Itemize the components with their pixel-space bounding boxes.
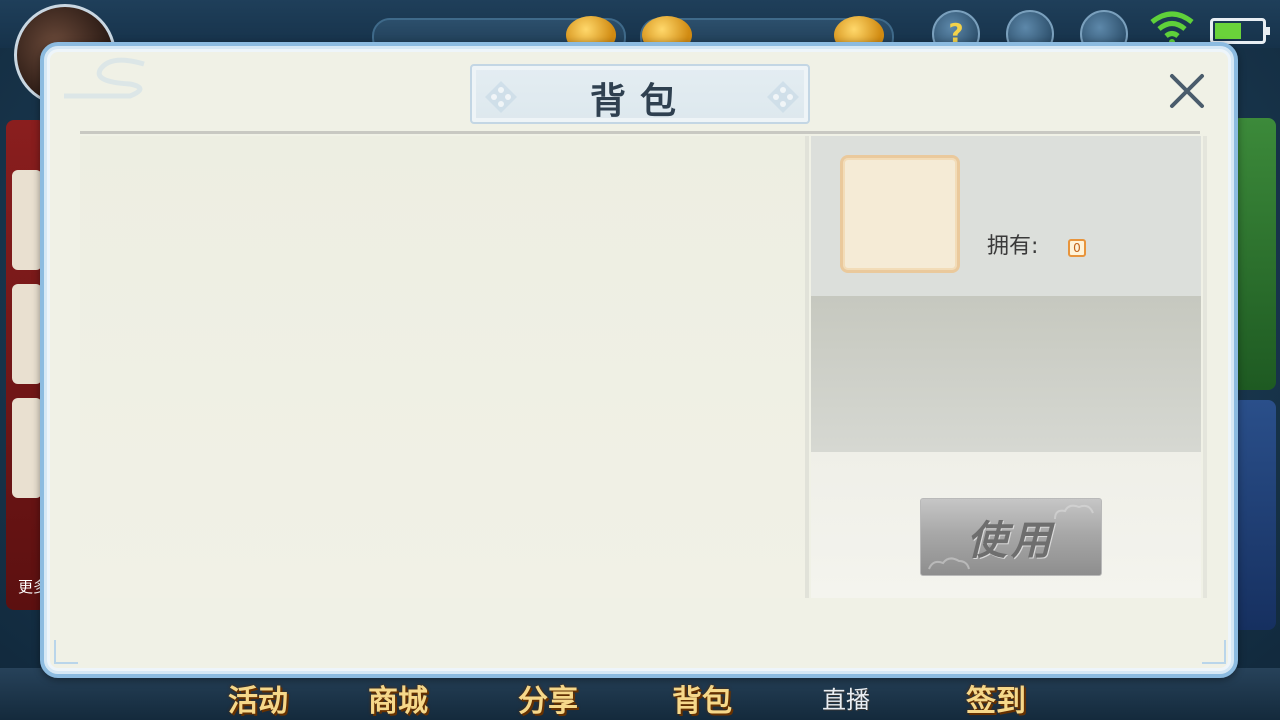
left-slot[interactable] bbox=[12, 284, 42, 384]
wifi-icon bbox=[1150, 11, 1194, 45]
corner-ornament bbox=[1202, 640, 1226, 664]
left-slot[interactable] bbox=[12, 398, 42, 498]
swirl-ornament-icon bbox=[64, 57, 145, 99]
nav-shop[interactable]: 商城 bbox=[368, 676, 428, 720]
owned-count-badge: 0 bbox=[1068, 239, 1086, 257]
close-icon[interactable] bbox=[1166, 70, 1208, 112]
nav-share[interactable]: 分享 bbox=[518, 676, 578, 720]
nav-checkin[interactable]: 签到 bbox=[966, 676, 1026, 720]
title-plate: 背包 bbox=[470, 64, 810, 124]
nav-live[interactable]: 直播 bbox=[822, 680, 870, 715]
dice-ornament-icon bbox=[767, 81, 799, 113]
selected-item-slot bbox=[840, 155, 960, 273]
left-slot[interactable] bbox=[12, 170, 42, 270]
use-button[interactable]: 使用 bbox=[920, 498, 1102, 576]
right-game-card[interactable] bbox=[1232, 118, 1276, 390]
use-button-label: 使用 bbox=[967, 518, 1055, 564]
panel-separator bbox=[1203, 136, 1207, 598]
right-game-card[interactable] bbox=[1232, 400, 1276, 630]
dialog-title: 背包 bbox=[589, 80, 690, 122]
item-list[interactable] bbox=[80, 136, 806, 598]
item-description-area bbox=[811, 296, 1201, 452]
battery-icon bbox=[1210, 18, 1270, 44]
cloud-ornament-icon bbox=[928, 557, 970, 570]
cloud-ornament-icon bbox=[1054, 504, 1094, 520]
nav-activity[interactable]: 活动 bbox=[228, 676, 288, 720]
nav-backpack[interactable]: 背包 bbox=[672, 676, 732, 720]
panel-separator bbox=[805, 136, 809, 598]
owned-label: 拥有: bbox=[987, 234, 1039, 259]
corner-ornament bbox=[54, 640, 78, 664]
header-divider bbox=[80, 131, 1200, 134]
